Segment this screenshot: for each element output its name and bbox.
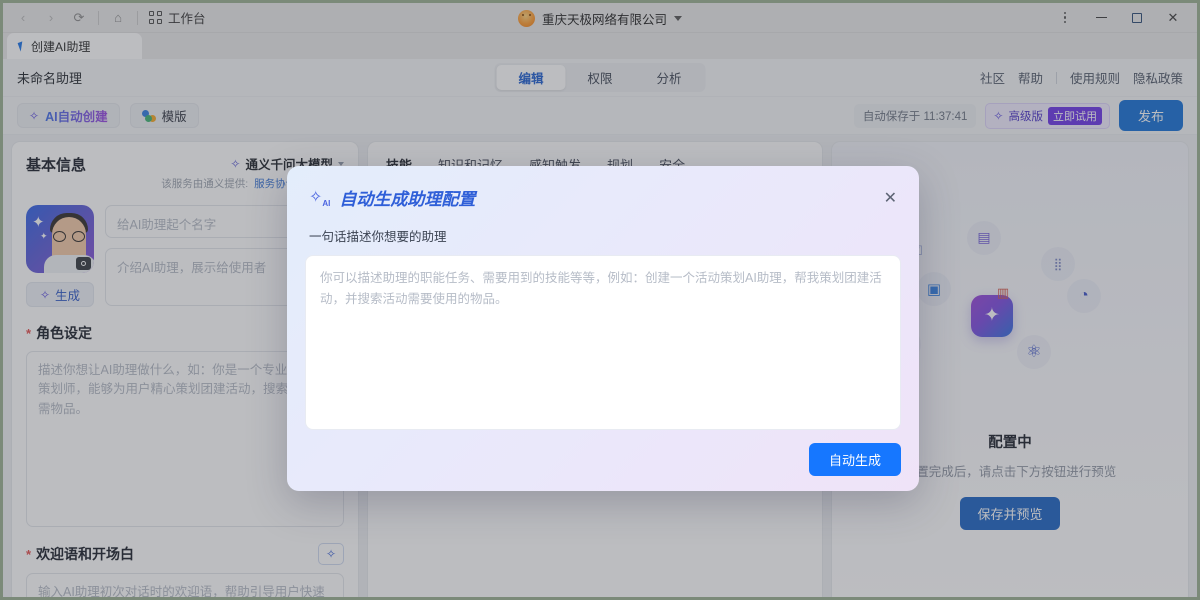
dialog-title: ✧AI 自动生成助理配置 (309, 185, 475, 210)
dialog-field-label: 一句话描述你想要的助理 (287, 210, 919, 245)
dialog-title-text: 自动生成助理配置 (339, 185, 475, 210)
ai-wand-icon: ✧AI (309, 187, 330, 208)
auto-generate-button[interactable]: 自动生成 (809, 443, 901, 476)
dialog-close-icon[interactable]: ✕ (884, 188, 897, 208)
dialog-footer: 自动生成 (287, 430, 919, 491)
auto-generate-config-dialog: ✧AI 自动生成助理配置 ✕ 一句话描述你想要的助理 你可以描述助理的职能任务、… (287, 166, 919, 491)
dialog-header: ✧AI 自动生成助理配置 ✕ (287, 166, 919, 210)
application-window: ‹ › ⟳ ⌂ 工作台 重庆天极网络有限公司 ✕ 创建AI助理 (0, 0, 1200, 600)
dialog-description-textarea[interactable]: 你可以描述助理的职能任务、需要用到的技能等等，例如：创建一个活动策划AI助理，帮… (305, 255, 901, 430)
